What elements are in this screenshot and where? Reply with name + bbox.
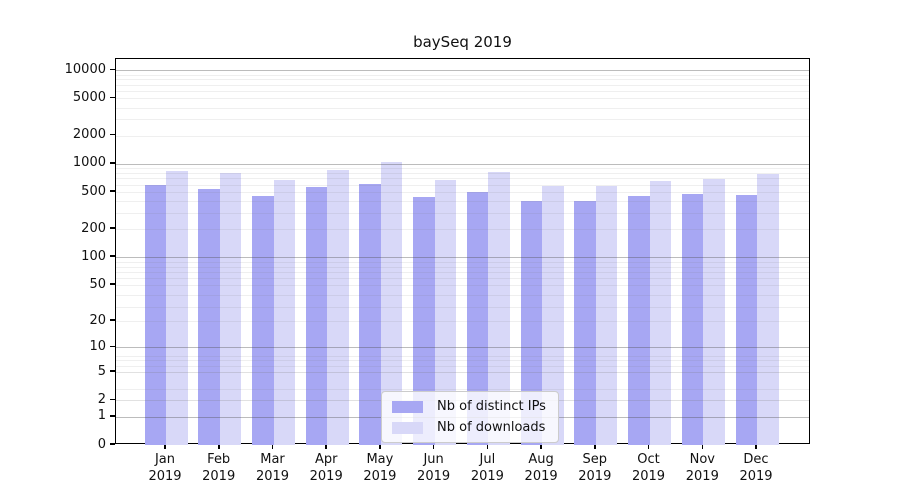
legend-row-distinct-ips: Nb of distinct IPs bbox=[392, 399, 546, 414]
grid-line-minor bbox=[116, 184, 809, 186]
grid-line-minor bbox=[116, 306, 809, 308]
grid-line-minor bbox=[116, 74, 809, 76]
grid-line-minor bbox=[116, 355, 809, 357]
bar bbox=[144, 185, 166, 445]
grid-line-minor bbox=[116, 261, 809, 263]
y-tick-label: 100 bbox=[81, 248, 106, 264]
bar bbox=[273, 180, 295, 445]
grid-line-minor bbox=[116, 212, 809, 214]
grid-line-minor bbox=[116, 79, 809, 81]
bar bbox=[649, 180, 671, 445]
y-tick-label: 200 bbox=[81, 220, 106, 236]
grid-line-minor bbox=[116, 173, 809, 174]
y-tick-label: 10 bbox=[89, 338, 106, 354]
grid-line-minor bbox=[116, 272, 809, 274]
grid-line-minor bbox=[116, 168, 809, 170]
y-tick-label: 1 bbox=[97, 408, 106, 424]
legend-row-downloads: Nb of downloads bbox=[392, 420, 546, 435]
y-tick-label: 2 bbox=[97, 391, 106, 407]
y-tick-label: 5000 bbox=[72, 89, 106, 105]
grid-line bbox=[116, 229, 809, 231]
y-tick-mark bbox=[110, 319, 115, 321]
bar bbox=[305, 187, 328, 445]
grid-line-minor bbox=[116, 372, 809, 374]
grid-line-minor bbox=[116, 365, 809, 367]
y-tick-mark bbox=[110, 190, 115, 192]
bar bbox=[703, 178, 725, 445]
grid-line-minor bbox=[116, 119, 809, 121]
y-tick-label: 2000 bbox=[72, 127, 106, 143]
grid-line bbox=[116, 257, 809, 259]
y-tick-mark bbox=[110, 443, 115, 445]
y-tick-mark bbox=[110, 283, 115, 285]
y-tick-mark bbox=[110, 68, 115, 70]
bar bbox=[574, 201, 596, 445]
grid-line-minor bbox=[116, 388, 809, 390]
y-tick-label: 20 bbox=[89, 312, 106, 328]
grid-line-minor bbox=[116, 91, 809, 92]
y-tick-mark bbox=[110, 370, 115, 372]
bar bbox=[735, 195, 757, 445]
grid-line bbox=[116, 163, 809, 165]
grid-line bbox=[116, 70, 809, 72]
grid-line bbox=[116, 285, 809, 286]
grid-line bbox=[116, 135, 809, 137]
y-tick-mark bbox=[110, 255, 115, 257]
y-tick-mark bbox=[110, 415, 115, 417]
grid-line-minor bbox=[116, 178, 809, 180]
grid-line-minor bbox=[116, 201, 809, 203]
grid-line bbox=[116, 192, 809, 193]
grid-line bbox=[116, 98, 809, 100]
x-tick-label: Dec 2019 bbox=[739, 452, 773, 484]
chart-title: baySeq 2019 bbox=[413, 33, 512, 51]
bar bbox=[219, 173, 242, 445]
grid-line-minor bbox=[116, 107, 809, 109]
bar bbox=[681, 193, 704, 445]
y-tick-label: 500 bbox=[81, 183, 106, 199]
y-tick-label: 50 bbox=[89, 276, 106, 292]
y-tick-mark bbox=[110, 96, 115, 99]
y-tick-label: 10000 bbox=[64, 61, 106, 77]
plot-area: Nb of distinct IPs Nb of downloads bbox=[115, 58, 810, 445]
legend-label-downloads: Nb of downloads bbox=[437, 420, 546, 435]
bar bbox=[595, 185, 618, 445]
y-tick-label: 1000 bbox=[72, 155, 106, 171]
y-tick-mark bbox=[110, 133, 115, 136]
bar bbox=[359, 184, 381, 445]
y-tick-mark bbox=[110, 398, 115, 400]
legend-swatch-distinct-ips bbox=[392, 400, 423, 413]
legend: Nb of distinct IPs Nb of downloads bbox=[381, 391, 559, 443]
y-tick-mark bbox=[110, 227, 115, 229]
bar bbox=[166, 170, 188, 445]
y-tick-mark bbox=[110, 345, 115, 348]
legend-swatch-downloads bbox=[392, 421, 423, 434]
grid-line-minor bbox=[116, 266, 809, 268]
legend-label-distinct-ips: Nb of distinct IPs bbox=[437, 399, 546, 414]
bar bbox=[757, 173, 779, 445]
grid-line-minor bbox=[116, 278, 809, 280]
grid-line bbox=[116, 321, 809, 323]
grid-line-minor bbox=[116, 84, 809, 86]
y-tick-label: 5 bbox=[97, 363, 106, 379]
grid-line bbox=[116, 347, 809, 349]
y-tick-label: 0 bbox=[97, 436, 106, 452]
chart-figure: baySeq 2019 Nb of distinct IPs Nb of dow… bbox=[0, 0, 900, 500]
grid-line-minor bbox=[116, 294, 809, 296]
bar bbox=[198, 188, 220, 445]
grid-line-minor bbox=[116, 360, 809, 362]
y-tick-mark bbox=[110, 162, 115, 164]
